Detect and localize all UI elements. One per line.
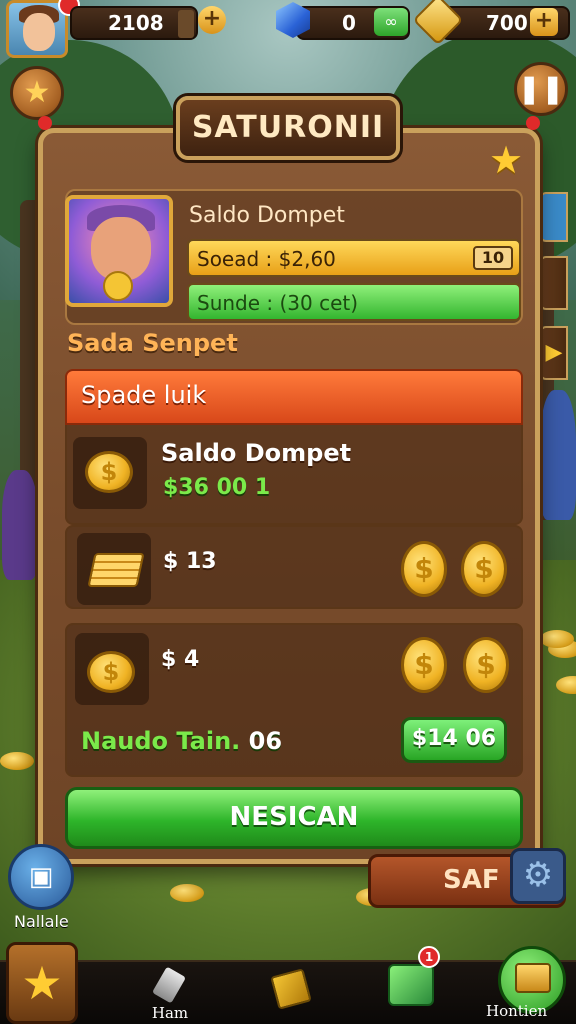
gear-icon: ⚙ bbox=[522, 855, 554, 895]
pause-icon: ❚❚ bbox=[517, 72, 565, 105]
wallet-panel: ★ Saldo Dompet Soead : $2,60 10 Sunde : … bbox=[38, 128, 540, 864]
coin-icon: $ bbox=[401, 637, 447, 693]
panel-title: SATURONII bbox=[176, 96, 400, 160]
avatar-face bbox=[23, 13, 55, 51]
coin-icon: $ bbox=[401, 541, 447, 597]
corner-gem bbox=[526, 116, 540, 130]
favorites-button[interactable]: ★ bbox=[10, 66, 64, 120]
gems-value: 0 bbox=[342, 11, 356, 35]
total-label-text: Naudo Tain. bbox=[81, 727, 241, 755]
side-tab-potion[interactable] bbox=[540, 256, 568, 310]
wallet-title: Saldo Dompet bbox=[189, 203, 345, 228]
row-subtitle: $36 00 1 bbox=[163, 475, 271, 500]
ground-coin bbox=[170, 884, 204, 902]
gold-plus-button[interactable]: + bbox=[530, 8, 558, 36]
notification-badge: 1 bbox=[418, 946, 440, 968]
shop-header: Spade luik bbox=[65, 369, 523, 425]
nav-item-favorites[interactable]: ★ bbox=[6, 942, 78, 1024]
xp-value: 2108 bbox=[108, 11, 164, 35]
ground-coin bbox=[540, 630, 574, 648]
nav-item-map[interactable] bbox=[262, 962, 322, 1024]
price-button[interactable]: $14 06 bbox=[401, 717, 507, 763]
gold-value: 700 bbox=[486, 11, 528, 35]
row-icon-box: $ bbox=[73, 437, 147, 509]
coin-stack-icon bbox=[87, 553, 145, 587]
settings-button[interactable]: ⚙ bbox=[510, 848, 566, 904]
coin-icon: $ bbox=[463, 637, 509, 693]
star-icon: ★ bbox=[23, 75, 51, 110]
row-title: Saldo Dompet bbox=[161, 439, 352, 467]
xp-counter: 2108 bbox=[70, 6, 198, 40]
nav-label: Ham bbox=[151, 1004, 189, 1022]
ground-coin bbox=[0, 752, 34, 770]
nav-item-ham[interactable]: Ham bbox=[130, 962, 210, 1024]
nav-home-label: Hontien bbox=[486, 1002, 548, 1020]
confirm-button[interactable]: NESICAN bbox=[65, 787, 523, 849]
map-icon bbox=[270, 968, 312, 1010]
gems-plus-button[interactable]: ∞ bbox=[374, 8, 408, 36]
sale-label: SAF bbox=[443, 865, 500, 895]
shop-row-coin-stack[interactable]: $ 13 $ $ bbox=[65, 525, 523, 609]
side-tab-map[interactable] bbox=[540, 192, 568, 242]
gem-chest-icon bbox=[388, 964, 434, 1006]
panel-star-icon: ★ bbox=[489, 138, 524, 182]
sparkle-coin-icon: $ bbox=[87, 651, 135, 693]
hammer-icon bbox=[151, 966, 187, 1004]
star-icon: ★ bbox=[21, 956, 63, 1010]
left-menu-label: Nallale bbox=[14, 912, 69, 931]
chest-icon: ▣ bbox=[28, 862, 54, 892]
corner-gem bbox=[38, 116, 52, 130]
treasure-icon bbox=[515, 963, 551, 993]
background-character bbox=[540, 390, 576, 520]
background-character bbox=[2, 470, 38, 580]
pause-button[interactable]: ❚❚ bbox=[514, 62, 568, 116]
section-label: Sada Senpet bbox=[67, 329, 238, 357]
balance-bar-badge: 10 bbox=[473, 246, 513, 270]
row-icon-box bbox=[77, 533, 151, 605]
row-icon-box: $ bbox=[75, 633, 149, 705]
xp-plus-button[interactable]: + bbox=[198, 6, 226, 34]
nav-item-gems[interactable]: 1 bbox=[380, 946, 444, 1024]
row-price: $ 13 bbox=[163, 549, 217, 574]
top-hud: 2108 + 0 ∞ 700 + bbox=[0, 0, 576, 58]
coin-icon: $ bbox=[461, 541, 507, 597]
xp-bar-end bbox=[178, 10, 194, 38]
side-tab-arrow[interactable]: ▶ bbox=[540, 326, 568, 380]
total-label: Naudo Tain. 06 bbox=[81, 727, 282, 755]
row-price: $ 4 bbox=[161, 647, 200, 672]
balance-bar-text: Soead : $2,60 bbox=[197, 247, 336, 271]
bonus-bar-text: Sunde : (30 cet) bbox=[197, 291, 359, 315]
bonus-bar: Sunde : (30 cet) bbox=[187, 283, 521, 321]
left-menu-button[interactable]: ▣ bbox=[8, 844, 74, 910]
balance-bar: Soead : $2,60 10 bbox=[187, 239, 521, 277]
portrait-coin-icon bbox=[103, 271, 133, 301]
shop-header-text: Spade luik bbox=[81, 381, 207, 409]
character-portrait bbox=[65, 195, 173, 307]
shop-row-wallet[interactable]: $ Saldo Dompet $36 00 1 bbox=[65, 425, 523, 525]
sparkle-coin-icon: $ bbox=[85, 451, 133, 493]
total-value: 06 bbox=[248, 727, 283, 755]
